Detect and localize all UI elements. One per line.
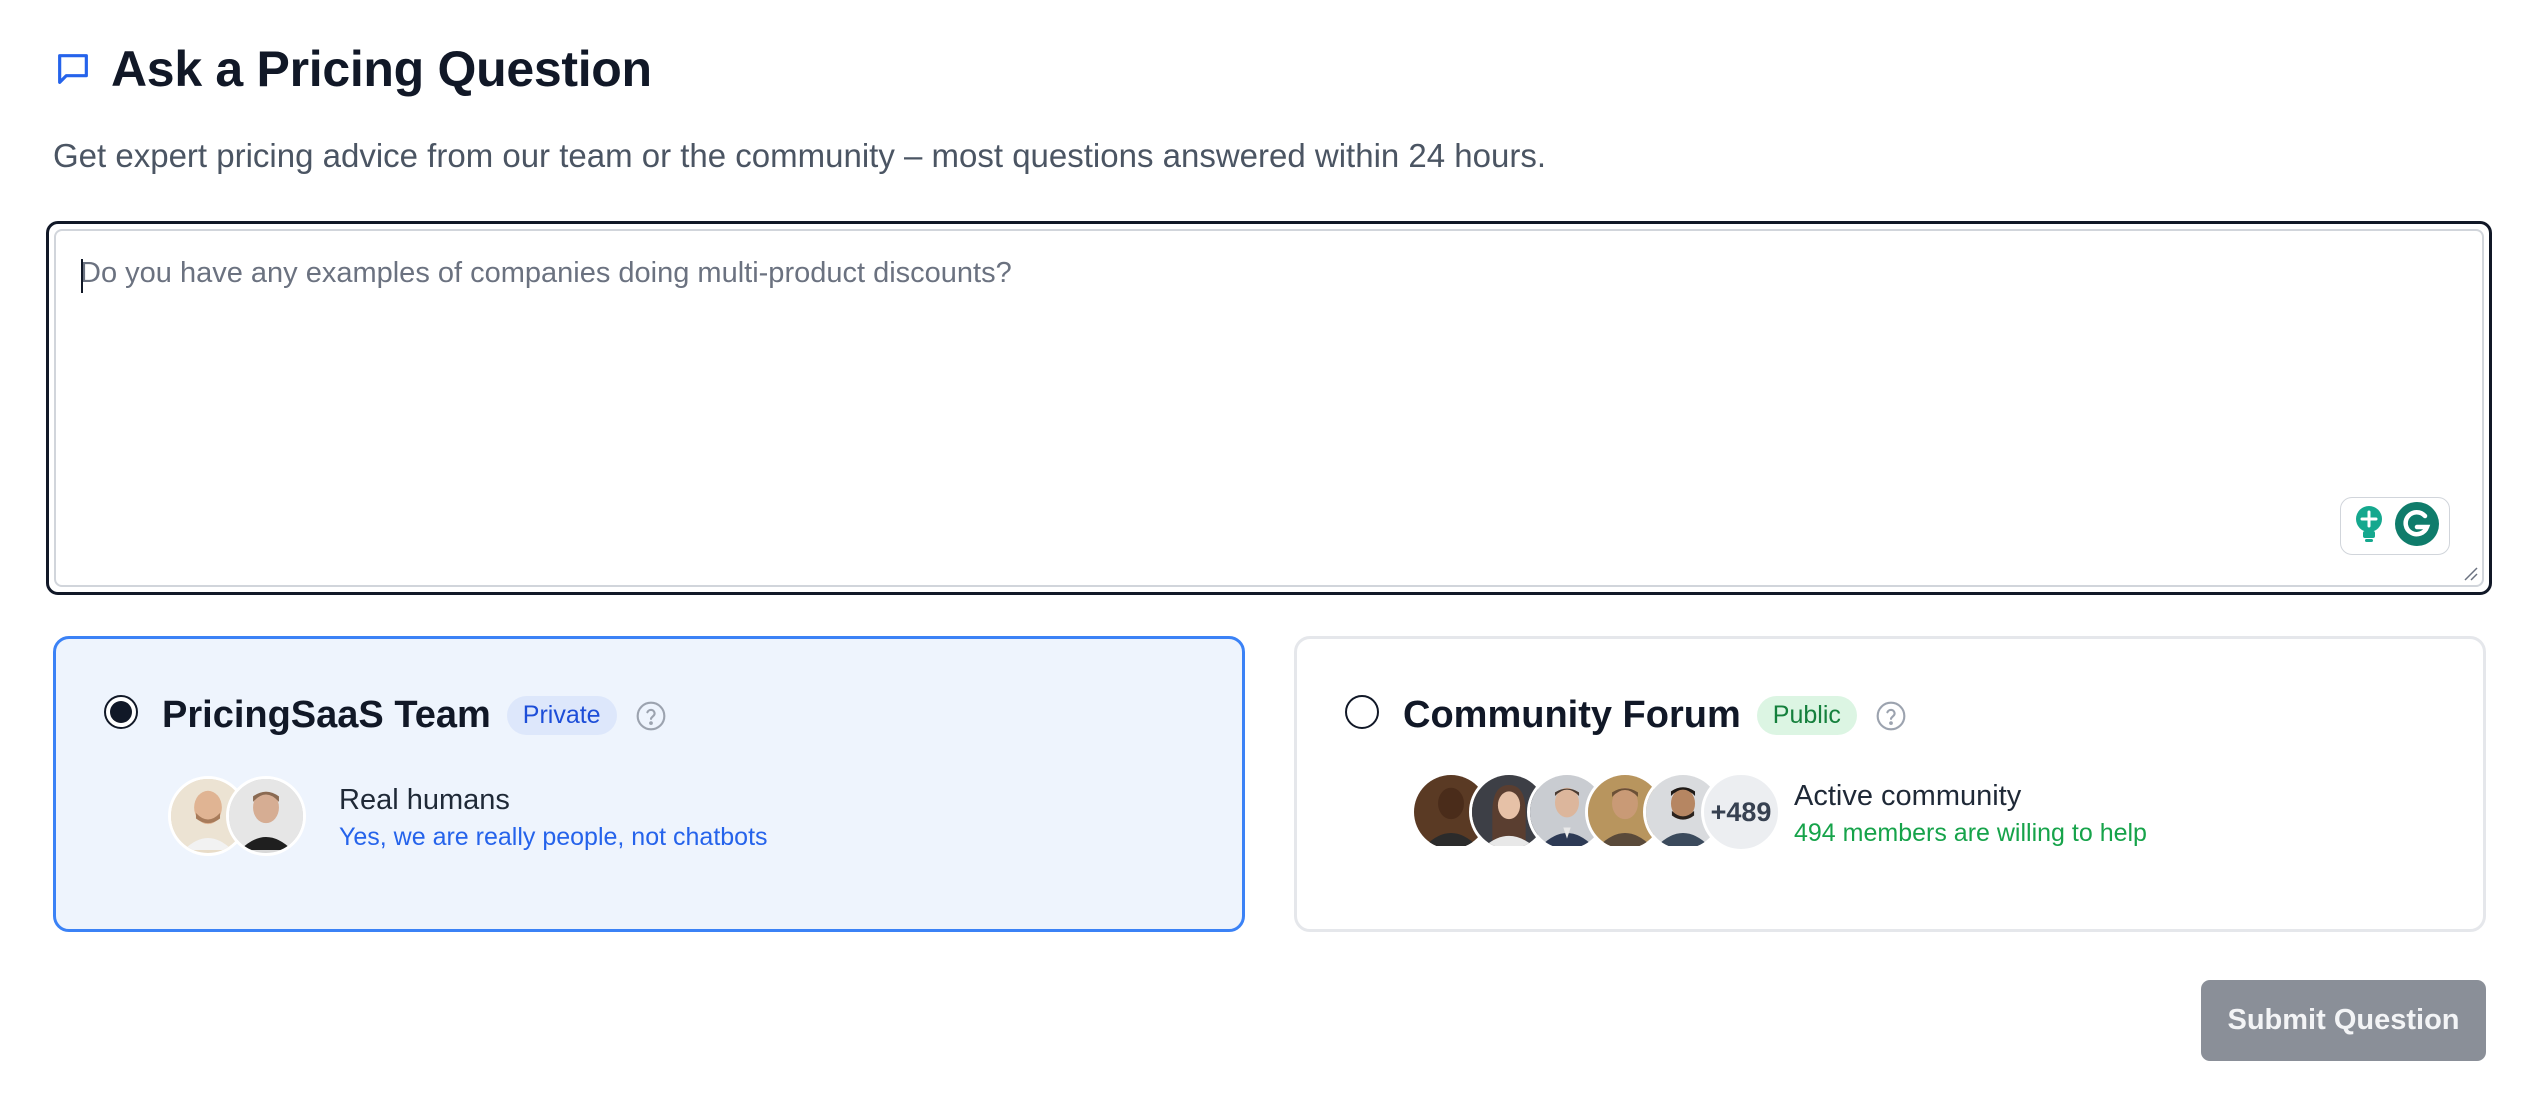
lightbulb-icon[interactable] bbox=[2351, 504, 2387, 549]
ask-question-page: Ask a Pricing Question Get expert pricin… bbox=[0, 0, 2522, 1094]
option-card-pricingsaas-team[interactable]: PricingSaaS Team Private Real humans Yes… bbox=[53, 636, 1245, 932]
text-cursor bbox=[81, 259, 83, 293]
page-title: Ask a Pricing Question bbox=[111, 41, 652, 97]
radio-pricingsaas-team[interactable] bbox=[104, 695, 138, 729]
avatar-count: +489 bbox=[1701, 772, 1781, 852]
help-circle-icon[interactable] bbox=[635, 700, 667, 732]
option-line1: Real humans bbox=[339, 784, 510, 816]
radio-selected-dot bbox=[110, 701, 132, 723]
question-textarea-inner bbox=[54, 229, 2484, 587]
page-subtitle: Get expert pricing advice from our team … bbox=[53, 137, 1547, 174]
chat-bubble-icon bbox=[53, 49, 93, 89]
option-name: PricingSaaS Team bbox=[162, 694, 491, 736]
team-avatars bbox=[168, 776, 306, 856]
page-header: Ask a Pricing Question bbox=[53, 40, 652, 98]
resize-handle-icon[interactable] bbox=[2462, 565, 2478, 581]
radio-community-forum[interactable] bbox=[1345, 695, 1379, 729]
option-description: Active community 494 members are willing… bbox=[1794, 780, 2147, 848]
option-name: Community Forum bbox=[1403, 694, 1741, 736]
grammarly-icon[interactable] bbox=[2394, 501, 2440, 552]
public-badge: Public bbox=[1756, 696, 1857, 735]
option-description: Real humans Yes, we are really people, n… bbox=[339, 784, 768, 852]
option-line2: Yes, we are really people, not chatbots bbox=[339, 823, 768, 851]
question-textarea-wrapper bbox=[46, 221, 2492, 595]
help-circle-icon[interactable] bbox=[1875, 700, 1907, 732]
option-title-row: PricingSaaS Team Private bbox=[162, 694, 667, 737]
option-title-row: Community Forum Public bbox=[1403, 694, 1907, 737]
community-avatars: +489 bbox=[1411, 772, 1781, 852]
option-line2: 494 members are willing to help bbox=[1794, 819, 2147, 847]
option-line1: Active community bbox=[1794, 780, 2022, 812]
question-textarea[interactable] bbox=[56, 231, 2482, 585]
grammarly-widget[interactable] bbox=[2340, 497, 2450, 555]
option-card-community-forum[interactable]: Community Forum Public +489 Active commu… bbox=[1294, 636, 2486, 932]
avatar bbox=[226, 776, 306, 856]
private-badge: Private bbox=[506, 696, 617, 735]
submit-question-button[interactable]: Submit Question bbox=[2201, 980, 2486, 1061]
